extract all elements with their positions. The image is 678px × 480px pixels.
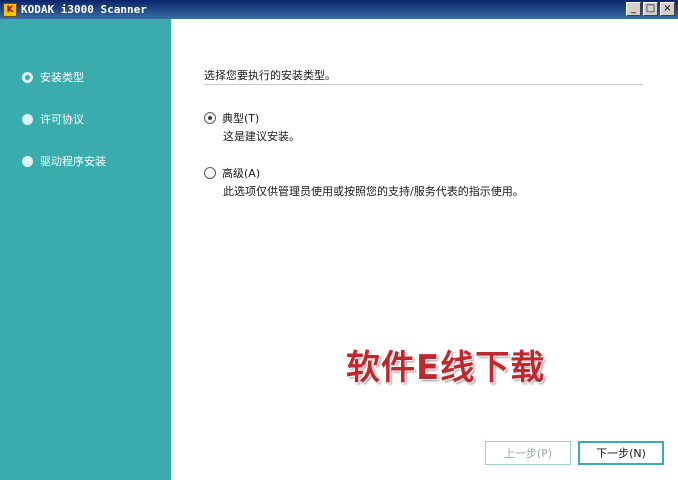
install-type-panel: 选择您要执行的安装类型。 典型(T) 这是建议安装。 高级(A) 此选项仅供管理… <box>171 19 678 480</box>
advanced-label[interactable]: 高级(A) <box>222 165 260 181</box>
close-button[interactable]: × <box>660 2 675 16</box>
step-install-type: 安装类型 <box>22 69 84 85</box>
step-pending-icon <box>22 155 33 167</box>
maximize-icon: □ <box>645 3 656 14</box>
page-heading: 选择您要执行的安装类型。 <box>204 69 336 82</box>
minimize-button[interactable]: _ <box>626 2 641 16</box>
typical-radio[interactable] <box>204 112 216 124</box>
step-current-icon <box>22 71 33 83</box>
back-button[interactable]: 上一步(P) <box>485 441 571 465</box>
step-label: 安装类型 <box>40 71 84 84</box>
kodak-app-icon: K <box>3 2 17 17</box>
typical-label[interactable]: 典型(T) <box>222 110 259 126</box>
close-icon: × <box>663 3 672 14</box>
step-label: 驱动程序安装 <box>40 155 106 168</box>
next-button[interactable]: 下一步(N) <box>578 441 664 465</box>
option-typical[interactable]: 典型(T) <box>204 110 259 126</box>
option-advanced[interactable]: 高级(A) <box>204 165 260 181</box>
step-driver-install: 驱动程序安装 <box>22 153 106 169</box>
window-title: KODAK i3000 Scanner <box>21 3 147 16</box>
site-watermark: 软件E线下载 <box>346 348 546 388</box>
minimize-icon: _ <box>631 3 636 14</box>
window-controls: _ □ × <box>624 2 675 16</box>
typical-description: 这是建议安装。 <box>223 130 300 143</box>
wizard-steps-sidebar: 安装类型 许可协议 驱动程序安装 <box>0 19 171 480</box>
step-label: 许可协议 <box>40 113 84 126</box>
advanced-radio[interactable] <box>204 167 216 179</box>
title-bar[interactable]: K KODAK i3000 Scanner _ □ × <box>0 0 678 19</box>
maximize-button[interactable]: □ <box>643 2 658 16</box>
heading-divider <box>204 84 643 85</box>
step-pending-icon <box>22 113 33 125</box>
advanced-description: 此选项仅供管理员使用或按照您的支持/服务代表的指示使用。 <box>223 185 524 198</box>
step-license-agreement: 许可协议 <box>22 111 84 127</box>
